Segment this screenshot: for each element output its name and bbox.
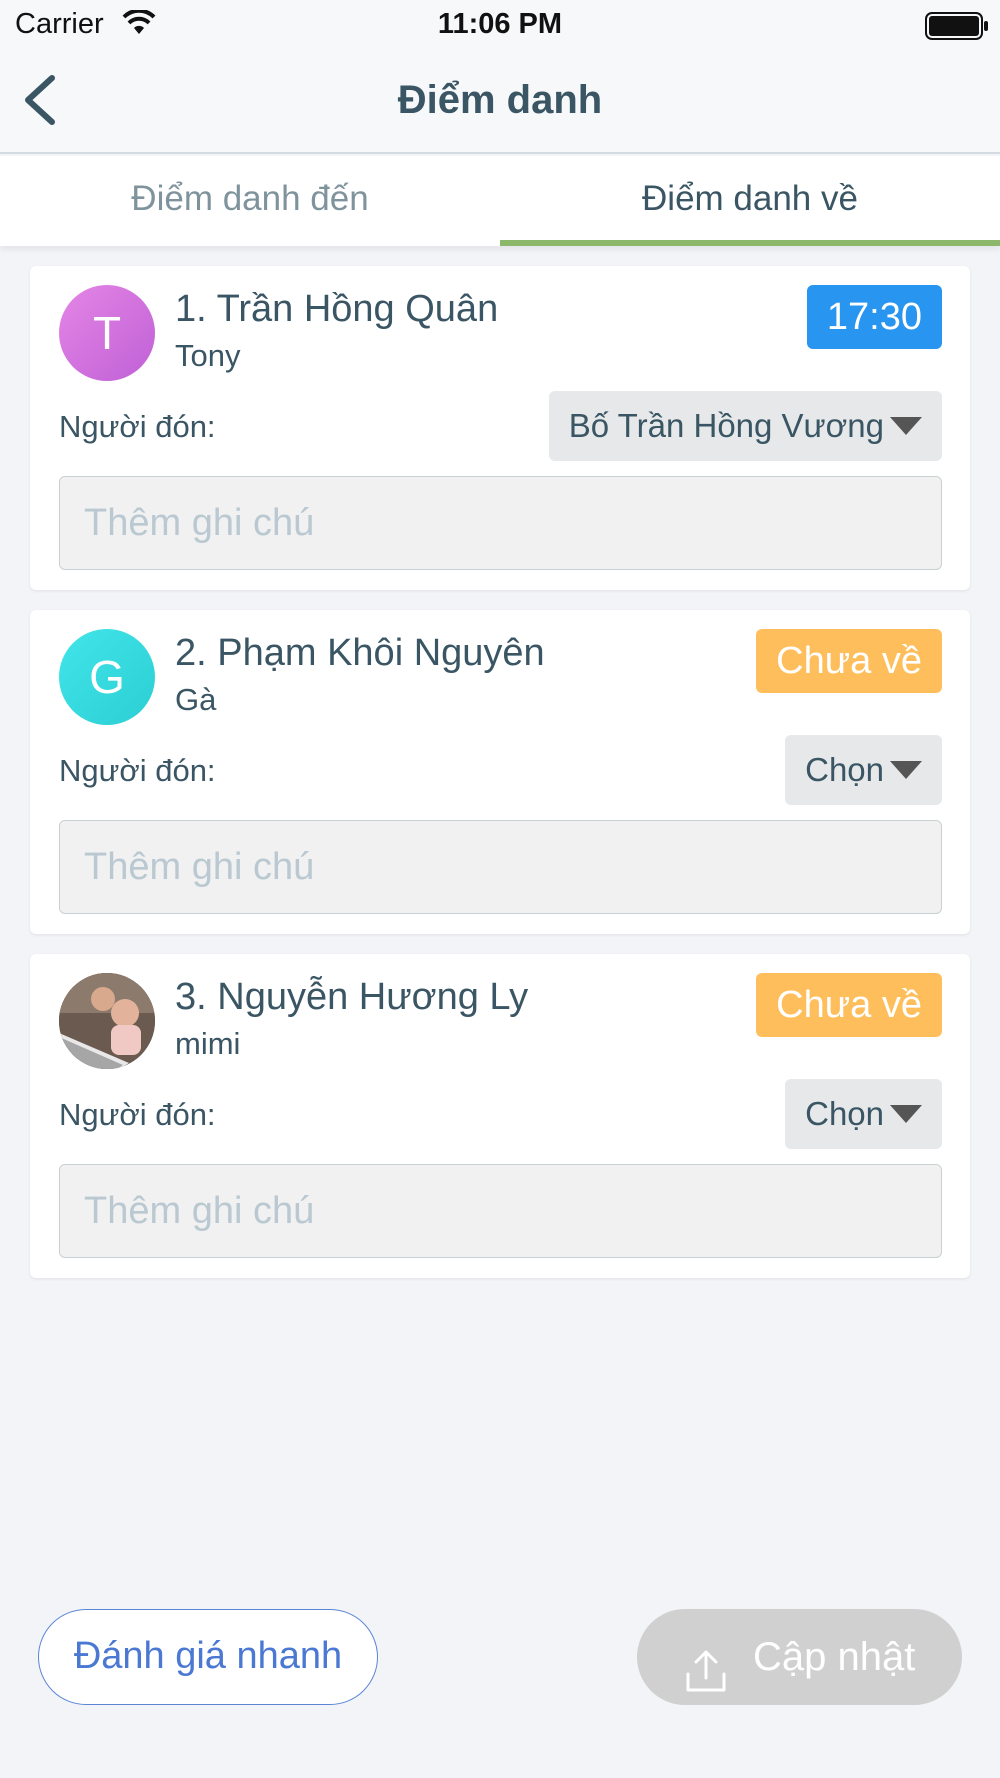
page-title: Điểm danh — [397, 78, 603, 122]
tab-departure[interactable]: Điểm danh về — [500, 156, 1000, 246]
avatar-photo — [59, 973, 155, 1069]
child-piano-photo — [59, 973, 155, 1069]
student-name: 2. Phạm Khôi Nguyên — [175, 632, 545, 674]
caret-down-icon — [890, 1105, 922, 1123]
note-input[interactable] — [59, 1164, 942, 1258]
status-badge[interactable]: Chưa về — [756, 973, 942, 1037]
pickup-person-value: Bố Trần Hồng Vương — [568, 407, 884, 444]
status-bar: Carrier 11:06 PM — [0, 0, 1000, 50]
student-name: 1. Trần Hồng Quân — [175, 288, 499, 330]
student-nickname: mimi — [175, 1026, 241, 1061]
student-card: 3. Nguyễn Hương Ly mimi Chưa về Người đó… — [30, 954, 970, 1278]
student-name: 3. Nguyễn Hương Ly — [175, 976, 529, 1018]
note-input[interactable] — [59, 476, 942, 570]
caret-down-icon — [890, 761, 922, 779]
clock: 11:06 PM — [437, 8, 563, 40]
battery-icon — [925, 12, 989, 45]
quick-evaluate-button[interactable]: Đánh giá nhanh — [38, 1609, 378, 1705]
avatar: T — [59, 285, 155, 381]
active-tab-indicator — [500, 240, 1000, 246]
student-nickname: Gà — [175, 682, 217, 717]
status-badge[interactable]: 17:30 — [806, 285, 942, 349]
student-card: T 1. Trần Hồng Quân Tony 17:30 Người đón… — [30, 266, 970, 590]
student-nickname: Tony — [175, 338, 241, 373]
update-label: Cập nhật — [753, 1635, 916, 1679]
tab-arrival[interactable]: Điểm danh đến — [0, 156, 500, 246]
student-card: G 2. Phạm Khôi Nguyên Gà Chưa về Người đ… — [30, 610, 970, 934]
update-button[interactable]: Cập nhật — [637, 1609, 962, 1705]
tab-bar: Điểm danh đến Điểm danh về — [0, 156, 1000, 246]
pickup-person-value: Chọn — [805, 751, 884, 788]
pickup-person-value: Chọn — [805, 1095, 884, 1132]
pickup-label: Người đón: — [59, 753, 216, 788]
pickup-person-dropdown[interactable]: Chọn — [785, 1079, 942, 1149]
pickup-person-dropdown[interactable]: Chọn — [785, 735, 942, 805]
nav-bar: Điểm danh — [0, 50, 1000, 154]
upload-icon — [683, 1633, 729, 1729]
note-input[interactable] — [59, 820, 942, 914]
pickup-label: Người đón: — [59, 1097, 216, 1132]
pickup-person-dropdown[interactable]: Bố Trần Hồng Vương — [548, 391, 942, 461]
avatar: G — [59, 629, 155, 725]
caret-down-icon — [890, 417, 922, 435]
pickup-label: Người đón: — [59, 409, 216, 444]
status-badge[interactable]: Chưa về — [756, 629, 942, 693]
